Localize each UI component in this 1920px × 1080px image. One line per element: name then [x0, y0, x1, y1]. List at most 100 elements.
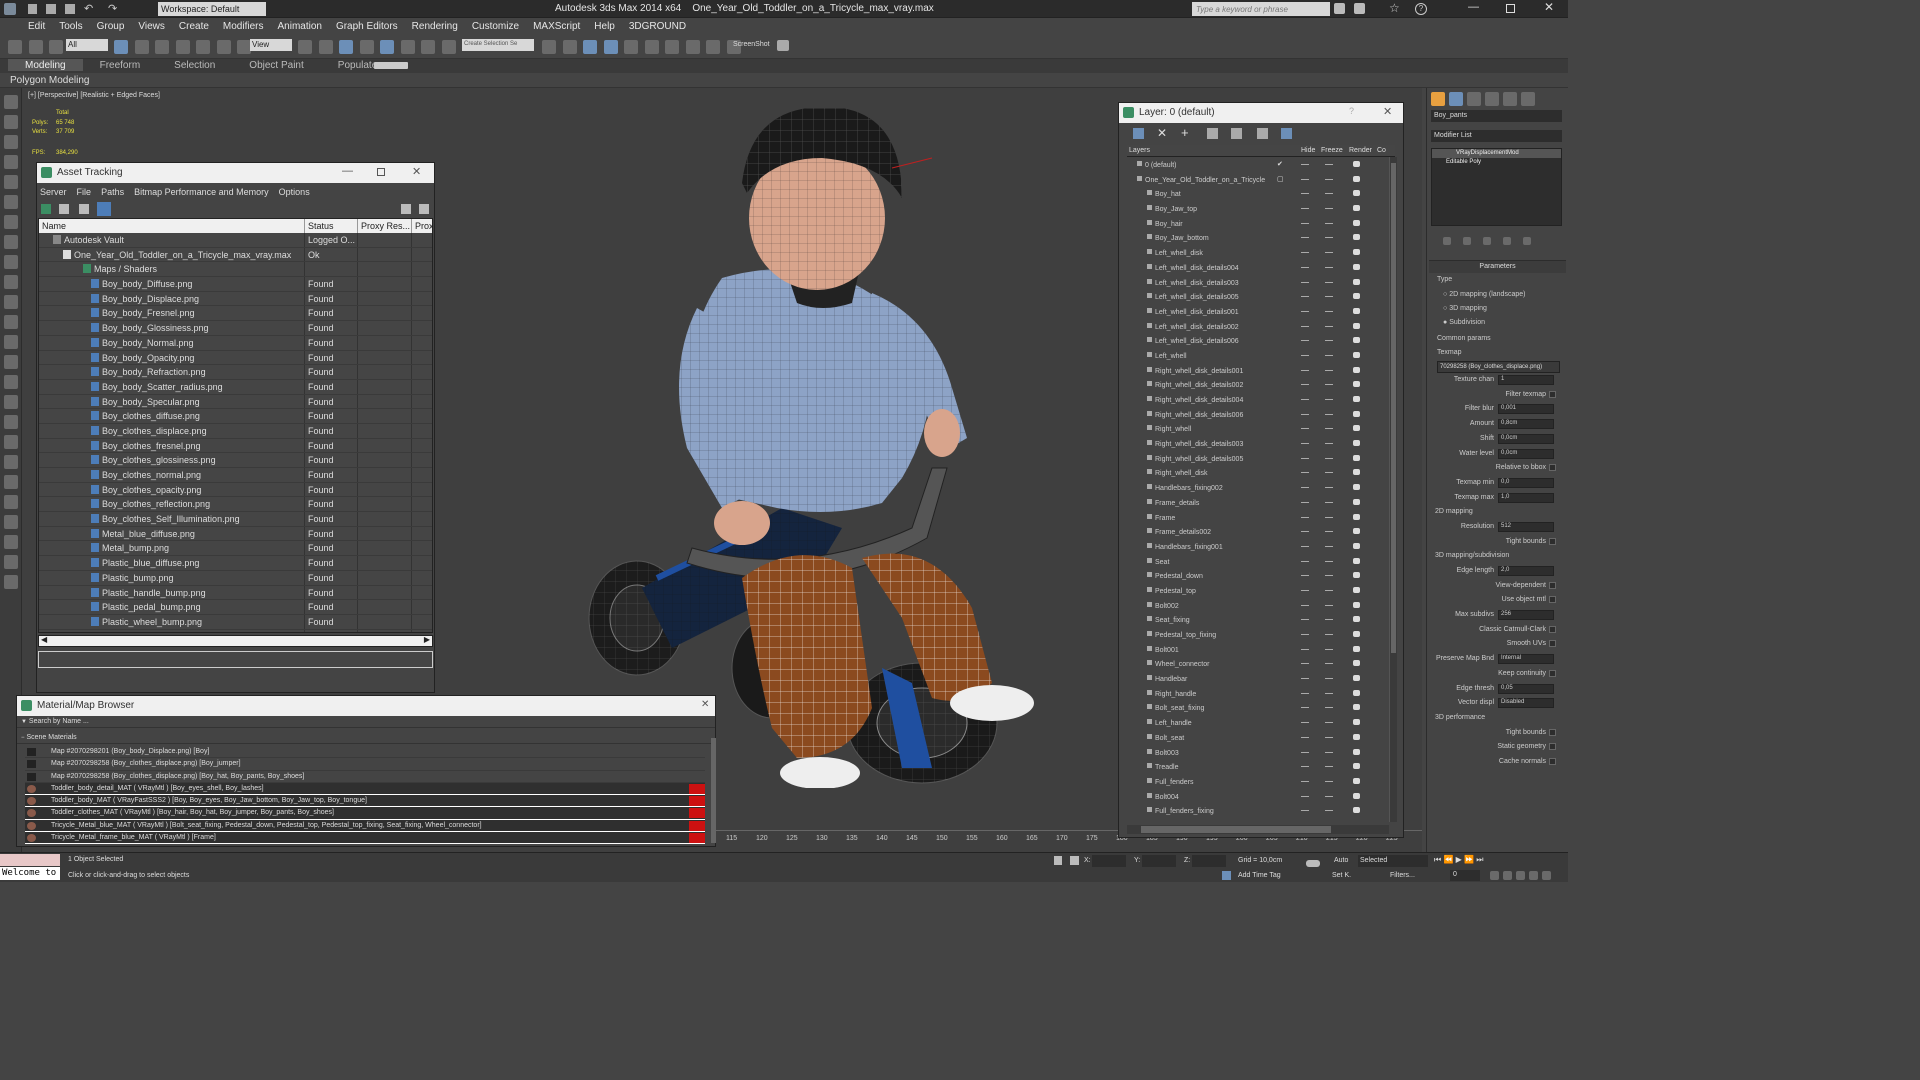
asset-row[interactable]: Plastic_blue_diffuse.png Found	[39, 556, 432, 571]
material-vscroll[interactable]	[711, 738, 716, 843]
layer-hide-toggle[interactable]	[1301, 369, 1309, 371]
grid-view-icon[interactable]	[97, 202, 111, 216]
layer-vscroll[interactable]	[1389, 157, 1397, 822]
help-icon[interactable]: ?	[1415, 3, 1427, 15]
layer-render-icon[interactable]	[1353, 792, 1360, 799]
layer-row[interactable]: Bolt004	[1127, 789, 1395, 804]
param-checkbox[interactable]	[1549, 581, 1556, 589]
pin-stack-icon[interactable]	[1443, 237, 1451, 245]
param-checkbox[interactable]	[1549, 757, 1556, 765]
layer-hide-toggle[interactable]	[1301, 604, 1309, 606]
asset-row[interactable]: Plastic_wheel_bump.png Found	[39, 614, 432, 630]
rotate-icon[interactable]	[216, 40, 231, 54]
layer-render-icon[interactable]	[1353, 748, 1360, 755]
scroll-right-icon[interactable]: ▶	[424, 635, 430, 644]
layer-freeze-toggle[interactable]	[1325, 810, 1333, 812]
asset-row[interactable]: Boy_body_Fresnel.png Found	[39, 306, 432, 322]
layer-render-icon[interactable]	[1353, 161, 1360, 167]
modifier-list-dropdown[interactable]: Modifier List	[1431, 130, 1562, 142]
align-icon[interactable]	[562, 40, 577, 54]
param-filter-blur-label[interactable]: Filter blur 0,001	[1429, 402, 1566, 417]
layer-freeze-toggle[interactable]	[1325, 369, 1333, 371]
layer-freeze-toggle[interactable]	[1325, 237, 1333, 239]
display-tab-icon[interactable]	[1503, 92, 1517, 106]
material-row[interactable]: Map #2070298258 (Boy_clothes_displace.pn…	[25, 758, 705, 771]
param-relative-bbox[interactable]: Relative to bbox	[1429, 461, 1566, 476]
menu-graph-editors[interactable]: Graph Editors	[329, 18, 405, 32]
tool-icon-12[interactable]	[4, 315, 18, 329]
tool-icon-24[interactable]	[4, 555, 18, 569]
param-field[interactable]: 0,001	[1498, 404, 1554, 415]
layer-freeze-toggle[interactable]	[1325, 443, 1333, 445]
layer-hide-toggle[interactable]	[1301, 560, 1309, 562]
param-field[interactable]: 256	[1498, 610, 1554, 621]
layer-row[interactable]: Right_whell_disk_details004	[1127, 392, 1395, 407]
viewport-label[interactable]: [+] [Perspective] [Realistic + Edged Fac…	[28, 92, 160, 99]
layer-hide-toggle[interactable]	[1301, 516, 1309, 518]
maximize-viewport-icon[interactable]	[1542, 871, 1551, 880]
curve-editor-icon[interactable]	[624, 40, 639, 54]
layer-freeze-toggle[interactable]	[1325, 531, 1333, 533]
layer-hide-toggle[interactable]	[1301, 692, 1309, 694]
layer-col-freeze[interactable]: Freeze	[1321, 147, 1343, 154]
layer-hide-toggle[interactable]	[1301, 780, 1309, 782]
asset-row[interactable]: Boy_clothes_diffuse.png Found	[39, 409, 432, 424]
absolute-mode-icon[interactable]	[1070, 856, 1079, 865]
asset-path-field[interactable]	[38, 651, 433, 668]
layer-row[interactable]: Handlebar	[1127, 671, 1395, 686]
add-time-tag[interactable]: Add Time Tag	[1238, 872, 1281, 879]
menu-animation[interactable]: Animation	[270, 18, 328, 32]
layer-delete-icon[interactable]: ✕	[1157, 126, 1167, 140]
layer-freeze-toggle[interactable]	[1325, 487, 1333, 489]
menu-3dground[interactable]: 3DGROUND	[622, 18, 693, 32]
spinner-snap-icon[interactable]	[421, 40, 436, 54]
layer-row[interactable]: Left_whell_disk	[1127, 245, 1395, 260]
layer-render-icon[interactable]	[1353, 763, 1360, 770]
menu-help[interactable]: Help	[587, 18, 622, 32]
show-end-result-icon[interactable]	[1463, 237, 1471, 245]
layer-render-icon[interactable]	[1353, 425, 1360, 432]
layer-hide-toggle[interactable]	[1301, 487, 1309, 489]
maxscript-pink[interactable]	[0, 854, 60, 866]
layer-select-icon[interactable]	[1207, 128, 1218, 139]
layer-render-icon[interactable]	[1353, 719, 1360, 726]
screenshot-label[interactable]: ScreenShot	[733, 41, 770, 48]
rendered-frame-icon[interactable]	[706, 40, 721, 54]
window-crossing-icon[interactable]	[175, 40, 190, 54]
layer-hide-toggle[interactable]	[1301, 545, 1309, 547]
zoom-all-icon[interactable]	[1503, 871, 1512, 880]
layer-freeze-toggle[interactable]	[1325, 589, 1333, 591]
lock-selection-icon[interactable]	[1054, 856, 1062, 865]
tool-icon-9[interactable]	[4, 255, 18, 269]
layer-hide-toggle[interactable]	[1301, 648, 1309, 650]
layer-render-icon[interactable]	[1353, 440, 1360, 447]
column-status[interactable]: Status	[305, 219, 358, 233]
layer-help-button[interactable]: ?	[1349, 106, 1354, 116]
param-checkbox[interactable]	[1549, 640, 1556, 648]
layer-freeze-toggle[interactable]	[1325, 575, 1333, 577]
layer-render-icon[interactable]	[1353, 469, 1360, 476]
layer-row[interactable]: Frame_details	[1127, 495, 1395, 510]
layer-freeze-toggle[interactable]	[1325, 545, 1333, 547]
menu-views[interactable]: Views	[131, 18, 172, 32]
layer-render-icon[interactable]	[1353, 366, 1360, 373]
menu-group[interactable]: Group	[90, 18, 132, 32]
layer-hide-toggle[interactable]	[1301, 575, 1309, 577]
param-field[interactable]: 0,05	[1498, 683, 1554, 694]
create-tab-icon[interactable]	[1431, 92, 1445, 106]
layer-hide-toggle[interactable]	[1301, 354, 1309, 356]
tool-icon-3[interactable]	[4, 135, 18, 149]
layer-row[interactable]: Wheel_connector	[1127, 656, 1395, 671]
layer-hide-all-icon[interactable]	[1257, 128, 1268, 139]
param-texture-chan-label[interactable]: Texture chan 1	[1429, 373, 1566, 388]
orbit-icon[interactable]	[1529, 871, 1538, 880]
layer-hide-toggle[interactable]	[1301, 619, 1309, 621]
pivot-center-icon[interactable]	[298, 40, 312, 54]
asset-row[interactable]: Plastic_pedal_bump.png Found	[39, 600, 432, 615]
layer-freeze-toggle[interactable]	[1325, 766, 1333, 768]
tool-icon-14[interactable]	[4, 355, 18, 369]
layer-row[interactable]: Frame_details002	[1127, 524, 1395, 539]
material-row[interactable]: Map #2070298258 (Boy_clothes_displace.pn…	[25, 771, 705, 783]
prev-frame-icon[interactable]: ⏪	[1443, 855, 1453, 864]
asset-row[interactable]: Plastic_bump.png Found	[39, 570, 432, 586]
